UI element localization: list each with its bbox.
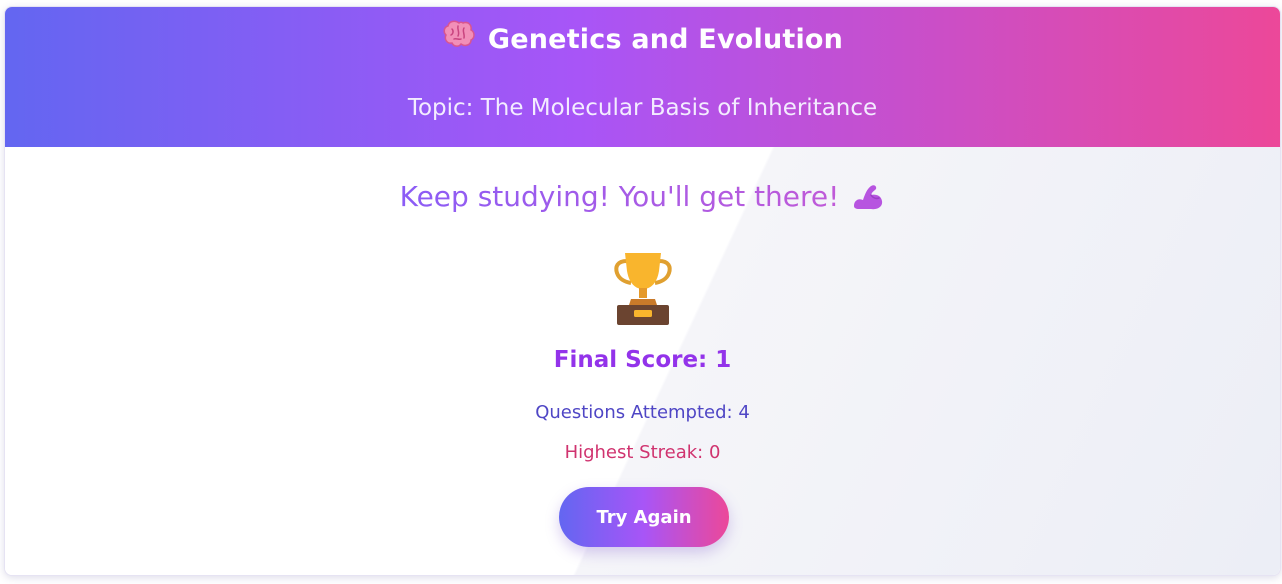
results-content: Keep studying! You'll get there! Final S… [5,147,1280,575]
message-row: Keep studying! You'll get there! [5,180,1280,213]
try-again-button[interactable]: Try Again [559,487,729,547]
quiz-header: Genetics and Evolution Topic: The Molecu… [5,7,1280,147]
highest-streak: Highest Streak: 0 [564,442,721,463]
quiz-results-card: Genetics and Evolution Topic: The Molecu… [4,6,1281,576]
questions-attempted: Questions Attempted: 4 [535,402,750,423]
encouragement-message: Keep studying! You'll get there! [399,180,840,213]
trophy-icon [611,249,675,327]
brain-icon [442,19,476,49]
final-score: Final Score: 1 [553,347,732,373]
topic-subtitle: Topic: The Molecular Basis of Inheritanc… [407,95,878,121]
results-body: Keep studying! You'll get there! Final S… [5,147,1280,575]
page-title: Genetics and Evolution [487,24,844,55]
title-row: Genetics and Evolution [5,20,1280,55]
flexed-biceps-icon [851,182,885,212]
